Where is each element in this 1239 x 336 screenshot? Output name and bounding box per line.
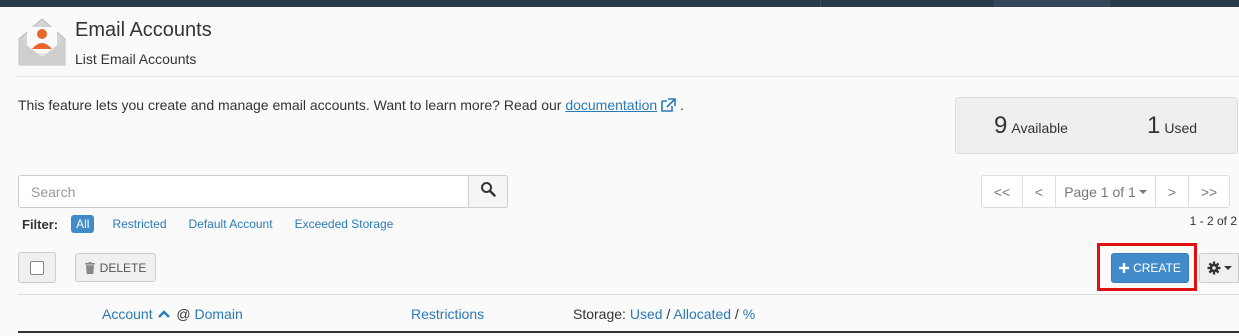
gear-icon — [1207, 261, 1221, 275]
prev-page-button[interactable]: < — [1022, 175, 1056, 208]
intro-text: This feature lets you create and manage … — [18, 97, 562, 113]
used-label: Used — [1164, 120, 1198, 136]
last-page-button[interactable]: >> — [1188, 175, 1230, 208]
navbar-segment[interactable] — [1109, 0, 1239, 7]
storage-separator: / — [666, 306, 671, 322]
create-button[interactable]: CREATE — [1111, 253, 1189, 283]
documentation-link[interactable]: documentation — [565, 97, 657, 113]
at-symbol: @ — [176, 306, 191, 322]
delete-label: DELETE — [99, 260, 147, 275]
plus-icon — [1119, 263, 1130, 273]
intro-paragraph: This feature lets you create and manage … — [18, 97, 684, 113]
table-header-divider — [18, 331, 1239, 333]
sort-restrictions-link[interactable]: Restrictions — [411, 306, 484, 322]
filter-default-account[interactable]: Default Account — [189, 217, 273, 231]
search-input[interactable] — [18, 175, 469, 208]
page-selector-label: Page 1 of 1 — [1064, 183, 1136, 200]
sort-account-link[interactable]: Account — [102, 306, 153, 322]
used-stat: 1 Used — [1147, 112, 1197, 140]
filter-bar: Filter: All Restricted Default Account E… — [22, 215, 415, 233]
available-stat: 9 Available — [994, 112, 1068, 140]
filter-exceeded-storage[interactable]: Exceeded Storage — [295, 217, 394, 231]
available-label: Available — [1011, 120, 1068, 136]
filter-label: Filter: — [22, 216, 59, 232]
results-count: 1 - 2 of 2 — [1189, 214, 1237, 228]
filter-all[interactable]: All — [71, 215, 95, 233]
header-divider — [17, 76, 1239, 77]
pagination: << < Page 1 of 1 > >> — [981, 175, 1230, 208]
page-title: Email Accounts — [75, 19, 212, 41]
column-restrictions: Restrictions — [411, 306, 484, 322]
sort-storage-allocated-link[interactable]: Allocated — [673, 306, 731, 322]
available-count: 9 — [994, 112, 1008, 139]
storage-separator: / — [734, 306, 739, 322]
sort-storage-percent-link[interactable]: % — [743, 306, 755, 322]
first-page-button[interactable]: << — [981, 175, 1023, 208]
navbar-segment[interactable] — [820, 0, 994, 7]
used-count: 1 — [1147, 112, 1161, 139]
search-button[interactable] — [468, 175, 508, 208]
filter-restricted[interactable]: Restricted — [112, 217, 166, 231]
sort-ascending-icon[interactable] — [158, 310, 171, 318]
top-navbar — [0, 0, 1239, 7]
table-header: Account @ Domain Restrictions Storage: U… — [0, 306, 1239, 328]
column-storage: Storage: Used / Allocated / % — [573, 306, 755, 322]
sort-storage-used-link[interactable]: Used — [630, 306, 663, 322]
sort-domain-link[interactable]: Domain — [194, 306, 242, 322]
delete-button[interactable]: DELETE — [75, 253, 156, 282]
page-subtitle: List Email Accounts — [75, 51, 197, 67]
page-header: Email Accounts List Email Accounts — [17, 17, 1239, 77]
external-link-icon[interactable] — [660, 98, 676, 112]
next-page-button[interactable]: > — [1155, 175, 1189, 208]
chevron-down-icon — [1138, 189, 1147, 194]
trash-icon — [84, 261, 95, 274]
search-icon — [480, 181, 496, 202]
email-accounts-icon — [17, 17, 67, 67]
intro-suffix: . — [680, 97, 684, 113]
column-account: Account @ Domain — [102, 306, 243, 322]
table-top-divider — [18, 294, 1239, 295]
create-label: CREATE — [1133, 261, 1181, 275]
navbar-segment[interactable] — [994, 0, 1109, 7]
account-stats-panel: 9 Available 1 Used — [955, 97, 1238, 154]
chevron-down-icon — [1223, 266, 1232, 270]
select-all-checkbox[interactable] — [30, 260, 44, 275]
settings-dropdown-button[interactable] — [1199, 253, 1239, 283]
storage-prefix: Storage: — [573, 306, 626, 322]
page-selector[interactable]: Page 1 of 1 — [1055, 175, 1156, 208]
search-group — [18, 175, 508, 208]
select-all-button[interactable] — [18, 252, 56, 283]
